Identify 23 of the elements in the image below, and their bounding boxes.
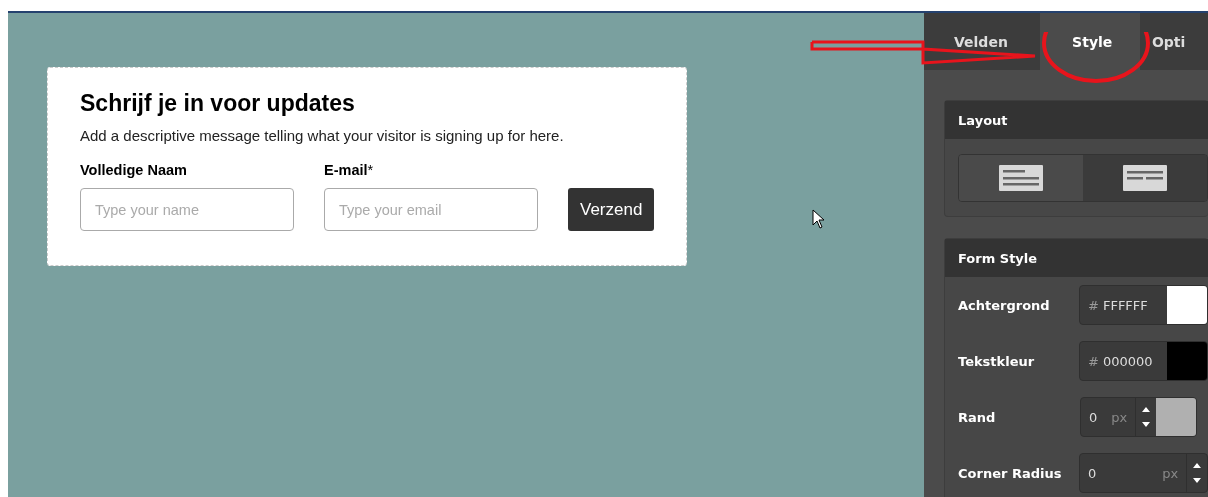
input-field[interactable]: Type your email — [324, 188, 538, 231]
section-title: Form Style — [958, 250, 1038, 266]
tab[interactable]: Opti — [1139, 13, 1208, 70]
field-label: E-mail* — [324, 162, 375, 178]
field-label: Corner Radius — [958, 465, 1063, 481]
field-label: Rand — [958, 409, 997, 425]
form-description: Add a descriptive message telling what your visitor is signing up for here. — [80, 127, 565, 144]
form-title: Schrijf je in voor updates — [80, 90, 356, 117]
section-title: Layout — [958, 112, 1008, 128]
field-label: Achtergrond — [958, 297, 1051, 313]
color-field[interactable]: # FFFFFF — [1079, 285, 1208, 325]
layout-option[interactable] — [1083, 155, 1207, 201]
layout-inline-icon — [1123, 165, 1167, 191]
color-swatch[interactable] — [1167, 342, 1207, 380]
field-label: Volledige Naam — [80, 162, 188, 178]
input-field[interactable]: Type your name — [80, 188, 294, 231]
layout-stacked-icon — [999, 165, 1043, 191]
submit-button[interactable]: Verzend — [568, 188, 655, 231]
color-swatch[interactable] — [1167, 286, 1207, 324]
field-label: Tekstkleur — [958, 353, 1036, 369]
mouse-cursor-icon — [812, 209, 826, 229]
color-field[interactable]: # 000000 — [1079, 341, 1208, 381]
tab[interactable]: Velden — [924, 13, 1041, 70]
